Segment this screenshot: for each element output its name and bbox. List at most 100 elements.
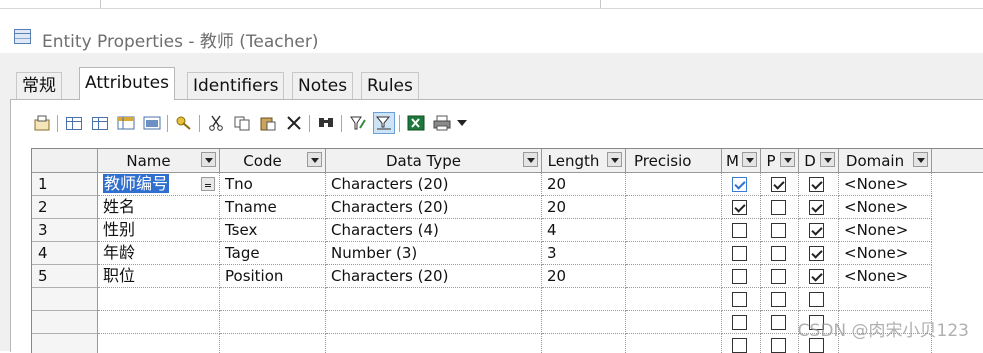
cell-primary[interactable] (761, 173, 799, 196)
checkbox-mandatory[interactable] (732, 315, 747, 330)
cell-domain[interactable]: <None> (839, 265, 932, 288)
tab-general[interactable]: 常规 (16, 72, 62, 99)
row-number[interactable] (32, 311, 98, 334)
chevron-down-icon[interactable] (523, 152, 538, 167)
excel-export-icon[interactable] (405, 112, 427, 134)
cell-code[interactable]: Tname (220, 196, 326, 219)
column-header-length[interactable]: Length (542, 149, 626, 173)
cell-mandatory[interactable] (722, 311, 761, 334)
tab-attributes[interactable]: Attributes (79, 67, 175, 100)
cell-domain[interactable]: <None> (839, 196, 932, 219)
cell-name[interactable]: 教师编号 (98, 173, 220, 196)
cell-displayed[interactable] (799, 288, 839, 311)
column-header-name[interactable]: Name (98, 149, 220, 173)
cell-length[interactable]: 4 (542, 219, 626, 242)
cell-domain[interactable]: <None> (839, 242, 932, 265)
cell-primary[interactable] (761, 242, 799, 265)
chevron-down-icon[interactable] (742, 152, 757, 167)
cell-primary[interactable] (761, 265, 799, 288)
print-icon[interactable] (431, 112, 453, 134)
checkbox-primary[interactable] (771, 269, 786, 284)
cell-data-type[interactable] (326, 288, 542, 311)
table-row[interactable] (32, 288, 983, 311)
cell-code[interactable]: Tno (220, 173, 326, 196)
row-number[interactable] (32, 288, 98, 311)
checkbox-mandatory[interactable] (732, 246, 747, 261)
cell-name[interactable] (98, 288, 220, 311)
cell-domain[interactable]: <None> (839, 173, 932, 196)
cell-data-type[interactable]: Characters (4) (326, 219, 542, 242)
cell-code[interactable]: Tage (220, 242, 326, 265)
cell-name[interactable]: 性别 (98, 219, 220, 242)
cell-code[interactable] (220, 311, 326, 334)
cell-mandatory[interactable] (722, 265, 761, 288)
cell-precision[interactable] (626, 311, 722, 334)
add-attributes-icon[interactable] (115, 112, 137, 134)
checkbox-mandatory[interactable] (732, 223, 747, 238)
cell-name[interactable]: 年龄 (98, 242, 220, 265)
checkbox-mandatory[interactable] (732, 292, 747, 307)
cell-data-type[interactable] (326, 334, 542, 353)
cell-precision[interactable] (626, 242, 722, 265)
checkbox-displayed[interactable] (809, 292, 824, 307)
customize-columns-icon[interactable] (373, 112, 395, 134)
chevron-down-icon[interactable] (780, 152, 795, 167)
chevron-down-icon[interactable] (607, 152, 622, 167)
selected-name-text[interactable]: 教师编号 (103, 174, 170, 193)
find-icon[interactable] (315, 112, 337, 134)
checkbox-mandatory[interactable] (732, 200, 747, 215)
more-dropdown-icon[interactable] (451, 112, 473, 134)
insert-row-icon[interactable] (63, 112, 85, 134)
checkbox-primary[interactable] (771, 177, 786, 192)
column-header-displayed[interactable]: D (799, 149, 839, 173)
properties-icon[interactable] (31, 112, 53, 134)
column-header-mandatory[interactable]: M (722, 149, 761, 173)
chevron-down-icon[interactable] (820, 152, 835, 167)
cell-mandatory[interactable] (722, 242, 761, 265)
cut-icon[interactable] (205, 112, 227, 134)
checkbox-displayed[interactable] (809, 269, 824, 284)
column-header-primary[interactable]: P (761, 149, 799, 173)
copy-icon[interactable] (231, 112, 253, 134)
cell-code[interactable]: Position (220, 265, 326, 288)
cell-precision[interactable] (626, 334, 722, 353)
new-key-icon[interactable] (173, 112, 195, 134)
tab-identifiers[interactable]: Identifiers (187, 72, 285, 99)
cell-precision[interactable] (626, 173, 722, 196)
cell-mandatory[interactable] (722, 288, 761, 311)
chevron-down-icon[interactable] (913, 152, 928, 167)
cell-primary[interactable] (761, 196, 799, 219)
cell-precision[interactable] (626, 196, 722, 219)
cell-displayed[interactable] (799, 196, 839, 219)
checkbox-displayed[interactable] (809, 177, 824, 192)
checkbox-primary[interactable] (771, 315, 786, 330)
tab-notes[interactable]: Notes (292, 72, 354, 99)
cell-length[interactable] (542, 334, 626, 353)
row-number[interactable] (32, 334, 98, 353)
cell-length[interactable]: 3 (542, 242, 626, 265)
cell-length[interactable] (542, 288, 626, 311)
cell-precision[interactable] (626, 265, 722, 288)
row-number[interactable]: 2 (32, 196, 98, 219)
cell-data-type[interactable]: Characters (20) (326, 196, 542, 219)
checkbox-primary[interactable] (771, 246, 786, 261)
cell-mandatory[interactable] (722, 334, 761, 353)
cell-domain[interactable] (839, 288, 932, 311)
checkbox-displayed[interactable] (809, 246, 824, 261)
checkbox-mandatory[interactable] (732, 269, 747, 284)
table-row[interactable]: 3 性别 Tsex Characters (4) 4 <None> (32, 219, 983, 242)
cell-displayed[interactable] (799, 265, 839, 288)
cell-primary[interactable] (761, 334, 799, 353)
column-header-precision[interactable]: Precisio (626, 149, 722, 173)
cell-mandatory[interactable] (722, 219, 761, 242)
cell-code[interactable] (220, 334, 326, 353)
cell-data-type[interactable] (326, 311, 542, 334)
cell-data-type[interactable]: Number (3) (326, 242, 542, 265)
table-row[interactable]: 1 教师编号 Tno Characters (20) 20 <None> (32, 173, 983, 196)
filter-icon[interactable] (347, 112, 369, 134)
add-row-icon[interactable] (89, 112, 111, 134)
cell-name[interactable] (98, 311, 220, 334)
cell-data-type[interactable]: Characters (20) (326, 265, 542, 288)
chevron-down-icon[interactable] (201, 152, 216, 167)
column-header-data-type[interactable]: Data Type (326, 149, 542, 173)
